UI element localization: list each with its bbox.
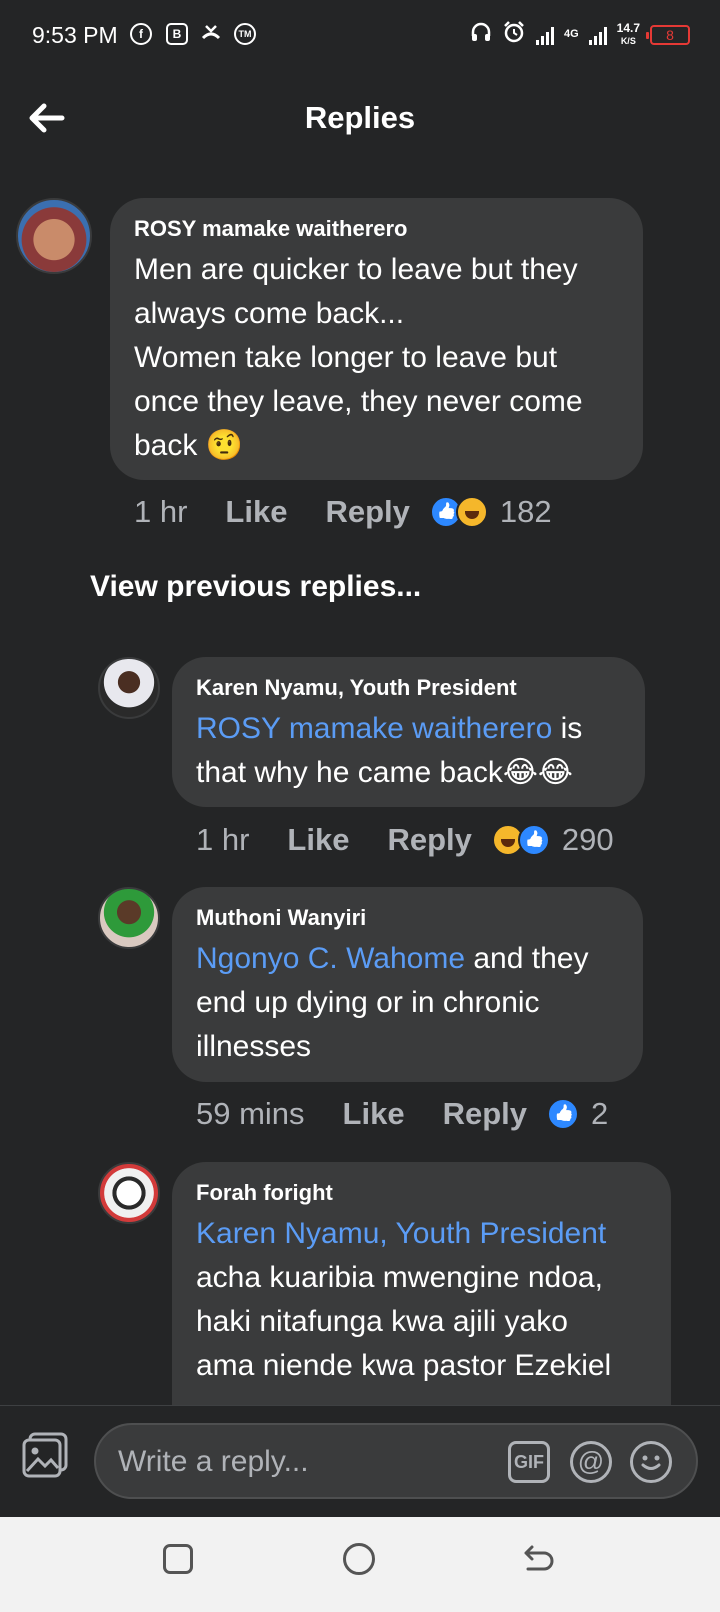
mention-link[interactable]: Ngonyo C. Wahome: [196, 942, 465, 975]
net-speed-unit: K/S: [620, 36, 636, 46]
haha-reaction-icon[interactable]: [455, 496, 488, 528]
status-right-group: 4G 14.7 K/S 8: [470, 20, 690, 49]
reply-author[interactable]: Karen Nyamu, Youth President: [196, 675, 621, 701]
tm-notification-icon: TM: [234, 23, 256, 45]
avatar[interactable]: [98, 657, 160, 719]
reply-time: 59 mins: [196, 1096, 305, 1131]
signal-strength-2-icon: [588, 25, 607, 45]
reply-author[interactable]: Muthoni Wanyiri: [196, 905, 619, 931]
mention-link[interactable]: ROSY mamake waitherero: [196, 712, 552, 745]
reply-author[interactable]: Forah foright: [196, 1180, 647, 1206]
reply-line: Ngonyo C. Wahome and they: [196, 937, 619, 981]
alarm-icon: [502, 20, 526, 49]
like-reaction-icon[interactable]: [547, 1098, 579, 1130]
reply-line: that why he came back😂😂: [196, 756, 573, 789]
headphones-icon: [470, 21, 492, 48]
battery-level: 8: [666, 26, 674, 43]
reply-button[interactable]: Reply: [443, 1096, 527, 1132]
network-type: 4G: [563, 28, 579, 40]
comment-line: once they leave, they never come: [134, 385, 583, 418]
reply-text: Karen Nyamu, Youth President acha kuarib…: [196, 1212, 647, 1388]
emoji-icon[interactable]: [630, 1441, 672, 1483]
battery-icon: 8: [646, 24, 690, 45]
view-previous-replies-link[interactable]: View previous replies...: [90, 570, 421, 604]
reaction-count[interactable]: 290: [562, 822, 614, 858]
reply-input-box[interactable]: GIF @: [94, 1423, 698, 1499]
like-reaction-icon[interactable]: [517, 824, 550, 856]
status-bar: 9:53 PM f B TM 4G 14.7 K/S 8: [0, 0, 720, 72]
comment-line: Women take longer to leave but: [134, 341, 558, 374]
system-nav-bar: [0, 1517, 720, 1612]
reply-bubble-clip: Forah foright Karen Nyamu, Youth Preside…: [172, 1162, 671, 1405]
reply-text: ROSY mamake waitherero is that why he ca…: [196, 707, 621, 795]
reply-meta: 59 mins Like Reply 2: [196, 1096, 608, 1132]
comment-line: back 🤨: [134, 429, 244, 462]
reply-line: Karen Nyamu, Youth President: [196, 1212, 647, 1256]
comment-line: always come back...: [134, 297, 405, 330]
like-button[interactable]: Like: [225, 494, 287, 530]
reply-line: illnesses: [196, 1030, 312, 1063]
reply-text-span: and they: [465, 942, 589, 975]
reaction-count[interactable]: 182: [500, 494, 552, 530]
recent-apps-icon[interactable]: [163, 1544, 193, 1574]
reply-input[interactable]: [116, 1425, 500, 1499]
missed-call-icon: [200, 22, 222, 44]
facebook-notification-icon: f: [130, 23, 152, 45]
net-speed: 14.7 K/S: [617, 22, 640, 47]
like-button[interactable]: Like: [287, 822, 349, 858]
reply-bubble: Muthoni Wanyiri Ngonyo C. Wahome and the…: [172, 887, 643, 1082]
reply-button[interactable]: Reply: [325, 494, 409, 530]
reply-line: haki nitafunga kwa ajili yako: [196, 1305, 568, 1338]
reply-button[interactable]: Reply: [387, 822, 471, 858]
comment-time: 1 hr: [134, 494, 188, 529]
reply-line: acha kuaribia mwengine ndoa,: [196, 1261, 603, 1294]
system-back-icon[interactable]: [520, 1543, 556, 1575]
reply-text-span: is: [552, 712, 583, 745]
home-icon[interactable]: [343, 1543, 375, 1575]
reply-text: Ngonyo C. Wahome and they end up dying o…: [196, 937, 619, 1069]
comment-line: Men are quicker to leave but they: [134, 253, 578, 286]
reply-line: ama niende kwa pastor Ezekiel: [196, 1349, 612, 1382]
reply-time: 1 hr: [196, 822, 250, 857]
page-title: Replies: [304, 100, 416, 135]
avatar[interactable]: [98, 1162, 160, 1224]
comment-text: Men are quicker to leave but they always…: [134, 248, 619, 468]
reply-composer: GIF @: [0, 1405, 720, 1518]
mention-button[interactable]: @: [570, 1441, 612, 1483]
reply-line: end up dying or in chronic: [196, 986, 540, 1019]
gif-button[interactable]: GIF: [508, 1441, 550, 1483]
reaction-count[interactable]: 2: [591, 1096, 608, 1132]
status-time: 9:53 PM: [32, 22, 118, 48]
reply-line: ROSY mamake waitherero is: [196, 707, 621, 751]
like-button[interactable]: Like: [343, 1096, 405, 1132]
net-speed-value: 14.7: [616, 21, 640, 35]
avatar[interactable]: [98, 887, 160, 949]
comment-bubble: ROSY mamake waitherero Men are quicker t…: [110, 198, 643, 480]
comment-meta: 1 hr Like Reply 182: [134, 494, 552, 530]
avatar[interactable]: [16, 198, 92, 274]
comment-author[interactable]: ROSY mamake waitherero: [134, 216, 619, 242]
reply-bubble: Karen Nyamu, Youth President ROSY mamake…: [172, 657, 645, 807]
signal-strength-icon: [535, 25, 554, 45]
reply-bubble: Forah foright Karen Nyamu, Youth Preside…: [172, 1162, 671, 1405]
reply-meta: 1 hr Like Reply 290: [196, 822, 614, 858]
mention-link[interactable]: Karen Nyamu, Youth President: [196, 1217, 606, 1250]
app-notification-icon: B: [166, 23, 188, 45]
photo-icon[interactable]: [20, 1428, 72, 1480]
